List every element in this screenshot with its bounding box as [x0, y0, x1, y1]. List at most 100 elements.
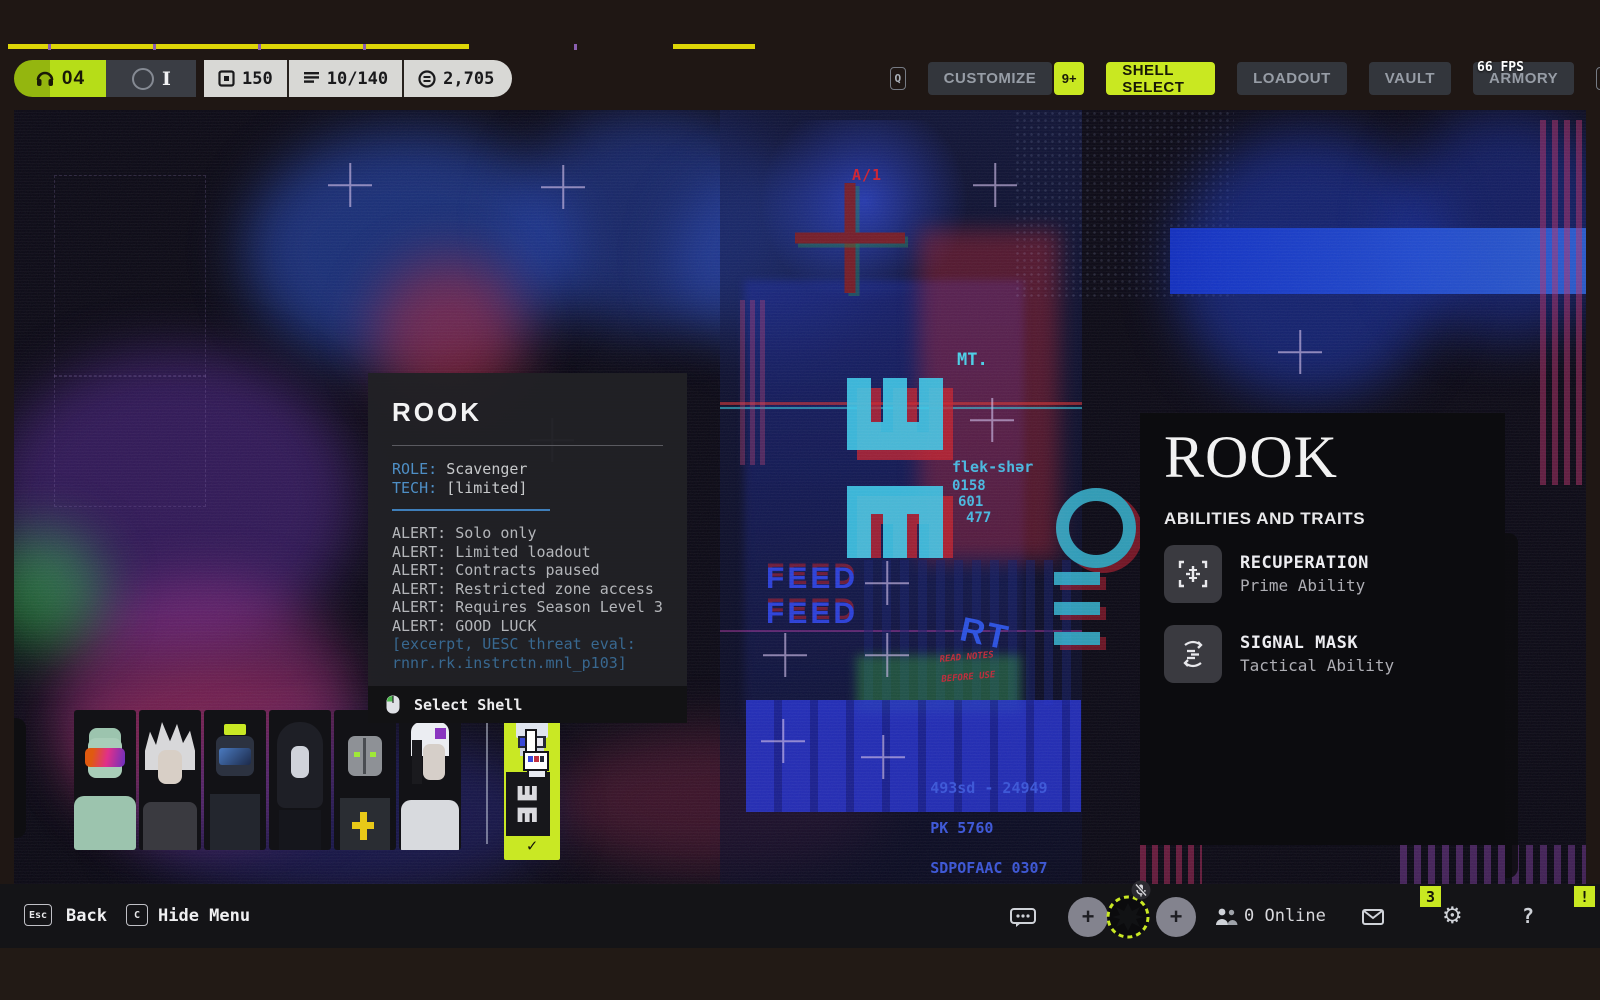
ability-tile — [1164, 545, 1222, 603]
signal-mask-icon — [1177, 638, 1209, 670]
ability-name: SIGNAL MASK — [1240, 632, 1394, 655]
shell-portrait-4[interactable] — [269, 710, 331, 850]
progress-tick — [153, 44, 156, 50]
capacity-stat-chip: 10/140 — [287, 60, 402, 97]
portrait-cross — [360, 812, 367, 840]
role-value: Scavenger — [446, 460, 527, 478]
bottom-bar: Esc Back C Hide Menu + + — [0, 884, 1600, 948]
abilities-section-heading: ABILITIES AND TRAITS — [1164, 509, 1365, 529]
role-label: ROLE: — [392, 460, 437, 478]
hud-chip-row: 04 I 150 10/140 — [14, 60, 512, 97]
back-label: Back — [66, 906, 107, 926]
tooltip-divider — [392, 445, 663, 446]
portrait-crest — [224, 724, 246, 735]
fps-counter: 66 FPS — [1477, 60, 1524, 75]
excerpt-line: rnnr.rk.instrctn.mnl_p103] — [392, 654, 663, 673]
alert-line: ALERT: Requires Season Level 3 — [392, 598, 663, 617]
ability-text: RECUPERATION Prime Ability — [1240, 552, 1369, 597]
progress-tick — [363, 44, 366, 50]
shell-portrait-2[interactable] — [139, 710, 201, 850]
shell-select-screen: 04 I 150 10/140 — [0, 0, 1600, 1000]
player-chip-value: 04 — [62, 68, 85, 90]
bottom-letterbox — [0, 948, 1600, 1000]
progress-segment — [673, 44, 755, 49]
portrait-eye — [354, 752, 360, 757]
mic-muted-icon — [1131, 880, 1151, 900]
portrait-face — [291, 746, 309, 778]
portrait-body — [143, 802, 197, 850]
alert-line: ALERT: GOOD LUCK — [392, 617, 663, 636]
portrait-goggles — [85, 748, 125, 767]
alert-line: ALERT: Solo only — [392, 524, 663, 543]
ability-row-recuperation: RECUPERATION Prime Ability — [1164, 545, 1369, 603]
next-tab-keyhint: E — [1596, 67, 1600, 90]
portrait-armor — [401, 800, 459, 850]
ability-tile — [1164, 625, 1222, 683]
capacity-value: 10/140 — [327, 69, 388, 89]
hide-menu-label: Hide Menu — [158, 906, 250, 926]
volume-up-button[interactable]: + — [1156, 897, 1196, 937]
portrait-visor — [219, 748, 251, 765]
portrait-face — [158, 750, 182, 784]
level-value: 150 — [242, 69, 273, 89]
role-row: ROLE: Scavenger — [392, 460, 663, 479]
chip-gap — [196, 60, 204, 97]
tab-loadout[interactable]: LOADOUT — [1237, 62, 1347, 95]
portrait-accent — [435, 728, 446, 739]
tech-label: TECH: — [392, 479, 437, 497]
mouse-icon — [386, 695, 400, 714]
credits-value: 2,705 — [443, 69, 494, 89]
shell-portrait-1[interactable] — [74, 710, 136, 850]
customize-badge: 9+ — [1054, 62, 1084, 95]
level-stat-chip: 150 — [204, 60, 287, 97]
settings-gear-icon[interactable]: ⚙ — [1442, 903, 1463, 929]
selected-check: ✓ — [504, 836, 560, 856]
player-avatar[interactable] — [1104, 893, 1152, 941]
capacity-icon — [303, 71, 320, 86]
tab-vault[interactable]: VAULT — [1369, 62, 1451, 95]
panel-side-tab — [1505, 533, 1518, 878]
ability-type: Tactical Ability — [1240, 655, 1394, 677]
recuperation-icon — [1177, 558, 1209, 590]
alert-badge: ! — [1574, 886, 1595, 907]
shell-portrait-3[interactable] — [204, 710, 266, 850]
ability-text: SIGNAL MASK Tactical Ability — [1240, 632, 1394, 677]
portrait-body — [210, 794, 260, 850]
help-icon[interactable]: ? — [1522, 904, 1534, 928]
volume-down-button[interactable]: + — [1068, 897, 1108, 937]
select-shell-action[interactable]: Select Shell — [368, 686, 687, 723]
level-icon — [218, 70, 235, 87]
tooltip-body: ROOK ROLE: Scavenger TECH: [limited] ALE… — [368, 373, 687, 686]
slot-chip-value: I — [162, 68, 171, 90]
shell-portrait-6[interactable] — [399, 710, 461, 850]
slot-chip: I — [106, 60, 196, 97]
headset-icon — [35, 69, 55, 89]
tab-shell-select[interactable]: SHELL SELECT — [1106, 62, 1215, 95]
portrait-hair-side — [412, 740, 422, 784]
tab-customize-wrap: CUSTOMIZE 9+ — [928, 62, 1085, 95]
chat-icon[interactable] — [1010, 908, 1036, 928]
c-keyhint: C — [126, 904, 148, 926]
tech-value: [limited] — [446, 479, 527, 497]
ability-row-signal-mask: SIGNAL MASK Tactical Ability — [1164, 625, 1394, 683]
progress-tick — [48, 44, 51, 50]
alert-line: ALERT: Limited loadout — [392, 543, 663, 562]
shell-portrait-selected[interactable]: ✓ — [504, 708, 560, 860]
credits-stat-chip: 2,705 — [402, 60, 512, 97]
online-count: 0 Online — [1244, 906, 1326, 926]
portrait-face-line — [363, 738, 366, 774]
portrait-face — [423, 744, 445, 780]
tooltip-blue-rule — [392, 509, 550, 511]
ability-name: RECUPERATION — [1240, 552, 1369, 575]
tooltip-title: ROOK — [392, 397, 663, 428]
mail-badge: 3 — [1420, 886, 1441, 907]
tab-customize[interactable]: CUSTOMIZE — [928, 62, 1053, 95]
excerpt-line: [excerpt, UESC threat eval: — [392, 635, 663, 654]
credits-icon — [418, 70, 436, 88]
portrait-eye — [370, 752, 376, 757]
circle-icon — [131, 67, 155, 91]
mail-icon[interactable] — [1362, 909, 1384, 925]
shell-portrait-5[interactable] — [334, 710, 396, 850]
strip-divider — [486, 712, 488, 844]
esc-keyhint: Esc — [24, 904, 52, 926]
